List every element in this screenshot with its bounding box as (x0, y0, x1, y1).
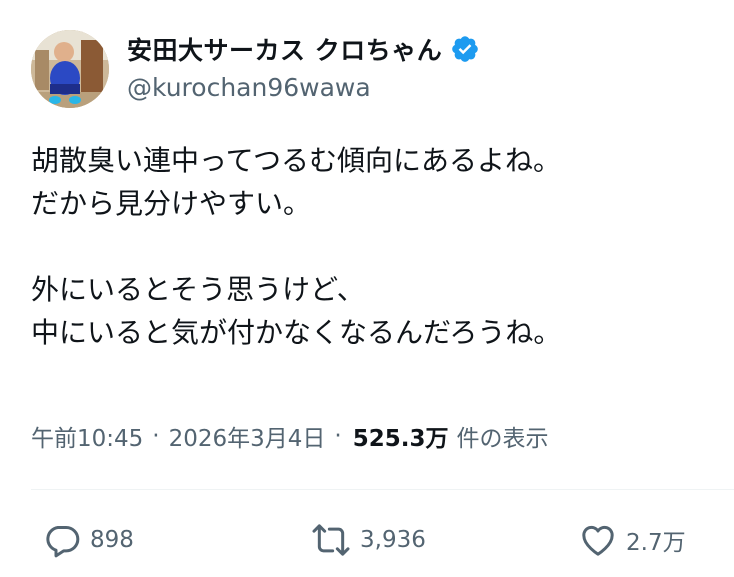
view-count[interactable]: 525.3万 (353, 419, 449, 453)
verified-badge-icon[interactable] (450, 34, 480, 64)
meta-separator: · (152, 423, 160, 449)
tweet-meta: 午前10:45 · 2026年3月4日 · 525.3万 件の表示 (31, 419, 549, 453)
view-count-label: 件の表示 (456, 426, 549, 452)
like-button[interactable]: 2.7万 (578, 517, 686, 563)
tweet-text: 胡散臭い連中ってつるむ傾向にあるよね。 だから見分けやすい。 外にいるとそう思う… (31, 144, 562, 349)
name-row: 安田大サーカス クロちゃん (127, 31, 480, 67)
tweet-time[interactable]: 午前10:45 (31, 419, 143, 453)
retweet-icon (310, 520, 352, 560)
user-handle[interactable]: @kurochan96wawa (127, 73, 371, 102)
reply-button[interactable]: 898 (42, 517, 134, 563)
retweet-count: 3,936 (360, 527, 426, 553)
divider (31, 489, 734, 490)
tweet-date[interactable]: 2026年3月4日 (169, 419, 326, 453)
avatar-photo (31, 30, 109, 108)
like-count: 2.7万 (626, 530, 686, 556)
meta-separator: · (334, 423, 342, 449)
display-name[interactable]: 安田大サーカス クロちゃん (127, 31, 442, 67)
reply-count: 898 (90, 527, 134, 553)
reply-icon (42, 520, 82, 560)
heart-icon (578, 520, 618, 560)
retweet-button[interactable]: 3,936 (310, 517, 426, 563)
avatar[interactable] (31, 30, 109, 108)
